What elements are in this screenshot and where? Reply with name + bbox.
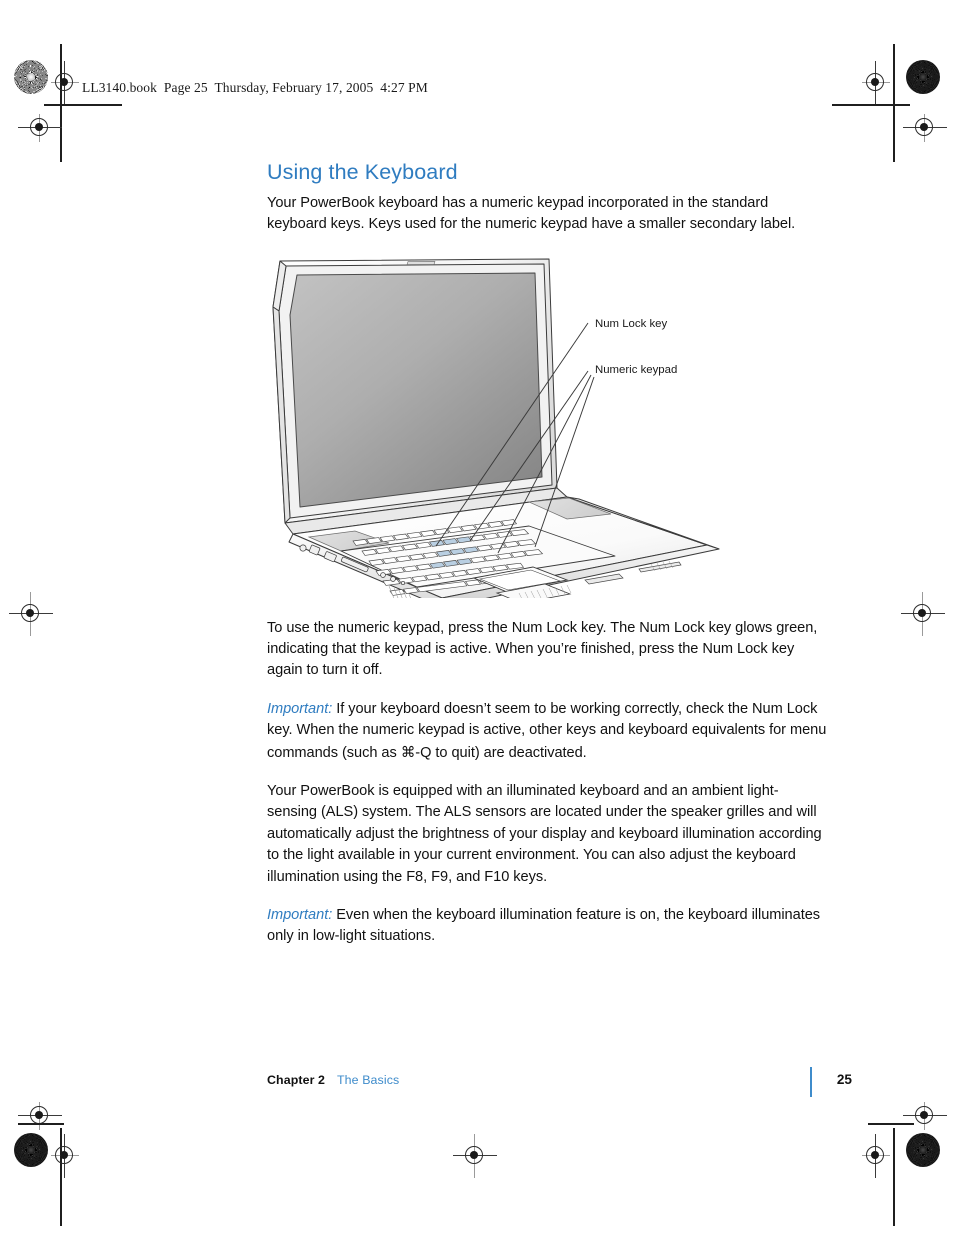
trim-line-right-horizontal-lower xyxy=(868,1123,914,1125)
trim-line-left-horizontal-lower xyxy=(18,1123,64,1125)
registration-mark-right-upper xyxy=(903,106,947,150)
document-page: LL3140.book Page 25 Thursday, February 1… xyxy=(0,0,954,1235)
paragraph-important-numlock: Important: If your keyboard doesn’t seem… xyxy=(267,699,827,764)
trim-line-top-left-vertical xyxy=(60,44,62,162)
rosette-mark-bottom-right xyxy=(906,1133,940,1167)
important-label-2: Important: xyxy=(267,907,333,923)
registration-mark-bottom-right xyxy=(854,1134,898,1178)
footer-chapter-number: Chapter 2 xyxy=(267,1073,326,1087)
rosette-mark-top-right xyxy=(906,60,940,94)
footer-divider-rule xyxy=(810,1067,812,1097)
registration-mark-left-middle xyxy=(9,592,53,636)
registration-mark-bottom-left xyxy=(43,1134,87,1178)
registration-mark-left-upper xyxy=(18,106,62,150)
trim-line-left-horizontal-upper xyxy=(44,104,122,106)
important-label-1: Important: xyxy=(267,700,333,717)
paragraph-important-illumination: Important: Even when the keyboard illumi… xyxy=(267,905,827,948)
trim-line-top-right-vertical xyxy=(893,44,895,162)
trim-line-bottom-right-vertical xyxy=(893,1128,895,1226)
paragraph-als-illumination: Your PowerBook is equipped with an illum… xyxy=(267,782,822,885)
registration-mark-right-lower xyxy=(903,1094,947,1138)
page-footer: Chapter 2 The Basics 25 xyxy=(267,1067,852,1097)
book-header-text: LL3140.book Page 25 Thursday, February 1… xyxy=(82,80,428,95)
callout-label-numeric-keypad: Numeric keypad xyxy=(595,364,677,376)
registration-mark-right-middle xyxy=(901,592,945,636)
registration-mark-left-lower xyxy=(18,1094,62,1138)
rosette-mark-top-left xyxy=(14,60,48,94)
important-2-text: Even when the keyboard illumination feat… xyxy=(267,907,821,945)
intro-paragraph: Your PowerBook keyboard has a numeric ke… xyxy=(267,194,796,233)
footer-chapter-title: The Basics xyxy=(337,1073,400,1087)
trim-line-right-horizontal-upper xyxy=(832,104,910,106)
page-content: Using the Keyboard Your PowerBook keyboa… xyxy=(267,160,827,948)
registration-mark-top-left xyxy=(43,61,87,105)
registration-mark-top-right xyxy=(854,61,898,105)
paragraph-keypad-usage: To use the numeric keypad, press the Num… xyxy=(267,619,818,679)
trim-line-bottom-left-vertical xyxy=(60,1128,62,1226)
callout-label-num-lock-key: Num Lock key xyxy=(595,318,667,330)
important-1-text-b: -Q to quit) are deactivated. xyxy=(415,744,587,761)
command-key-symbol: ⌘ xyxy=(400,743,416,761)
powerbook-figure-svg: Num Lock key Numeric keypad xyxy=(272,258,720,598)
footer-page-number: 25 xyxy=(836,1072,852,1087)
laptop-lid xyxy=(272,258,558,524)
rosette-mark-bottom-left xyxy=(14,1133,48,1167)
registration-mark-bottom-center xyxy=(453,1134,497,1178)
powerbook-illustration: Num Lock key Numeric keypad xyxy=(267,253,827,598)
page-title: Using the Keyboard xyxy=(267,160,458,184)
